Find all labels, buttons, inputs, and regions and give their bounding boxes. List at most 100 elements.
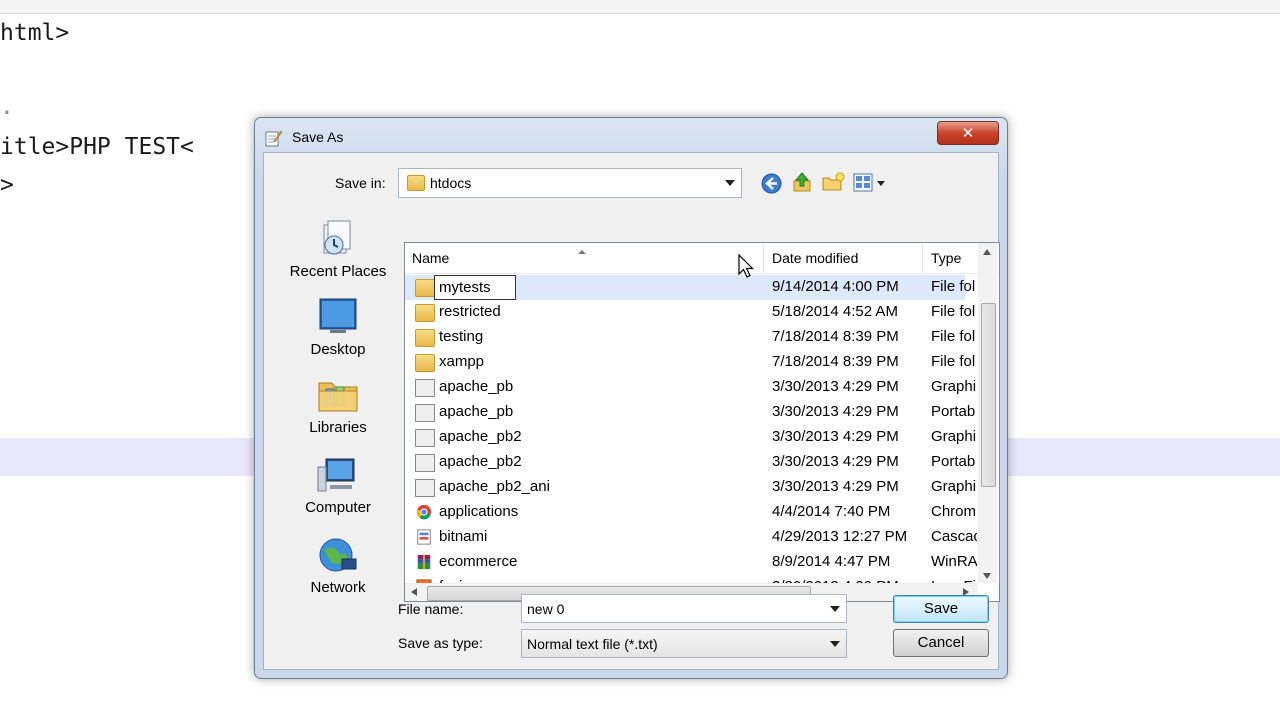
file-date: 4/4/2014 7:40 PM: [772, 503, 891, 520]
place-label: Desktop: [310, 341, 366, 358]
image-file-icon: [415, 479, 435, 497]
file-type: Chrom: [931, 503, 977, 520]
save-in-value: htdocs: [430, 175, 472, 191]
scroll-left-icon[interactable]: [411, 588, 417, 596]
file-row[interactable]: ecommerce 8/9/2014 4:47 PM WinRA: [405, 550, 977, 575]
file-row[interactable]: applications 4/4/2014 7:40 PM Chrom: [405, 500, 976, 525]
file-type: File fol: [931, 303, 976, 320]
file-date: 9/14/2014 4:00 PM: [772, 278, 899, 295]
file-type: Portab: [931, 453, 976, 470]
file-name: restricted: [439, 303, 501, 320]
chevron-down-icon: [725, 180, 735, 186]
file-row[interactable]: restricted 5/18/2014 4:52 AM File fol: [405, 300, 975, 325]
file-list-header: Name Date modified Type: [405, 243, 999, 274]
file-date: 7/18/2014 8:39 PM: [772, 328, 899, 345]
scroll-down-icon[interactable]: [983, 573, 991, 579]
file-row[interactable]: xampp 7/18/2014 8:39 PM File fol: [405, 350, 975, 375]
save-as-type-value: Normal text file (*.txt): [527, 635, 658, 652]
vertical-scrollbar[interactable]: [978, 243, 997, 583]
save-in-label: Save in:: [335, 175, 386, 191]
file-name: testing: [439, 328, 484, 345]
place-network[interactable]: Network: [283, 535, 393, 596]
file-name: bitnami: [439, 528, 488, 545]
code-line-2[interactable]: .: [0, 94, 14, 120]
file-date: 3/30/2013 4:29 PM: [772, 428, 899, 445]
file-row[interactable]: apache_pb 3/30/2013 4:29 PM Portab: [405, 400, 975, 425]
sort-ascending-icon: [578, 250, 586, 254]
file-type: File fol: [931, 278, 976, 295]
image-file-icon: [415, 379, 435, 397]
css-file-icon: [417, 529, 431, 545]
scroll-up-icon[interactable]: [983, 249, 991, 255]
place-computer[interactable]: Computer: [283, 455, 393, 516]
column-header-type[interactable]: Type: [931, 250, 961, 266]
file-type: Graphi: [931, 478, 977, 495]
save-as-type-dropdown[interactable]: Normal text file (*.txt): [521, 629, 847, 658]
computer-icon: [317, 458, 355, 492]
code-line-3[interactable]: itle>PHP TEST<: [0, 134, 194, 160]
file-row[interactable]: apache_pb2_ani 3/30/2013 4:29 PM Graphi: [405, 475, 976, 500]
file-row[interactable]: bitnami 4/29/2013 12:27 PM Cascad: [405, 525, 977, 550]
place-desktop[interactable]: Desktop: [283, 297, 393, 358]
file-name: xampp: [439, 353, 485, 370]
view-menu-icon[interactable]: [852, 173, 888, 193]
editor-toolbar: [0, 0, 1280, 14]
folder-icon: [415, 304, 435, 322]
chevron-down-icon: [830, 640, 840, 647]
vertical-scroll-thumb[interactable]: [981, 303, 996, 487]
file-row[interactable]: testing 7/18/2014 8:39 PM File fol: [405, 325, 975, 350]
network-icon: [319, 538, 357, 572]
file-type: Cascad: [931, 528, 977, 545]
file-name-input[interactable]: new 0: [521, 594, 847, 623]
dialog-client-area: Save in: htdocs Recent Places Desktop Li…: [263, 152, 1000, 670]
desktop-icon: [319, 298, 357, 333]
file-type: File fol: [931, 328, 976, 345]
file-name: ecommerce: [439, 553, 518, 570]
place-label: Network: [310, 579, 366, 596]
place-recent-places[interactable]: Recent Places: [283, 215, 393, 280]
file-type: File fol: [931, 353, 976, 370]
file-date: 7/18/2014 8:39 PM: [772, 353, 899, 370]
save-button[interactable]: Save: [893, 595, 989, 623]
file-date: 8/9/2014 4:47 PM: [772, 553, 891, 570]
folder-icon: [415, 354, 435, 372]
image-file-icon: [415, 454, 435, 472]
up-folder-icon[interactable]: [791, 171, 813, 193]
rename-textbox[interactable]: mytests: [434, 275, 516, 300]
file-row[interactable]: apache_pb 3/30/2013 4:29 PM Graphi: [405, 375, 976, 400]
file-row[interactable]: apache_pb2 3/30/2013 4:29 PM Portab: [405, 450, 975, 475]
place-label: Libraries: [309, 419, 367, 436]
column-header-name[interactable]: Name: [412, 250, 449, 266]
dialog-title: Save As: [292, 129, 344, 145]
chevron-down-icon[interactable]: [830, 605, 840, 612]
new-folder-icon[interactable]: [821, 171, 845, 193]
file-type: Graphi: [931, 378, 977, 395]
folder-icon: [415, 279, 435, 297]
notepad-icon: [265, 130, 282, 147]
winrar-icon: [417, 554, 431, 570]
close-button[interactable]: ✕: [937, 121, 999, 145]
image-file-icon: [415, 404, 435, 422]
file-name: applications: [439, 503, 519, 520]
file-name: apache_pb: [439, 378, 514, 395]
column-header-date-modified[interactable]: Date modified: [772, 250, 858, 266]
place-libraries[interactable]: Libraries: [283, 375, 393, 436]
file-list[interactable]: Name Date modified Type mytests 9/14/201…: [404, 242, 1000, 602]
file-name: apache_pb: [439, 403, 514, 420]
file-date: 3/30/2013 4:29 PM: [772, 478, 899, 495]
file-type: WinRA: [931, 553, 977, 570]
file-date: 3/30/2013 4:29 PM: [772, 378, 899, 395]
chrome-icon: [416, 504, 432, 520]
file-name: apache_pb2: [439, 428, 522, 445]
cancel-button[interactable]: Cancel: [893, 629, 989, 657]
back-icon[interactable]: [761, 173, 782, 194]
place-label: Recent Places: [289, 263, 387, 280]
code-line-1[interactable]: html>: [0, 20, 69, 46]
save-as-type-label: Save as type:: [398, 635, 483, 651]
save-in-dropdown[interactable]: htdocs: [398, 168, 742, 198]
file-date: 4/29/2013 12:27 PM: [772, 528, 908, 545]
code-line-4[interactable]: >: [0, 172, 14, 198]
recent-places-icon: [323, 220, 351, 255]
file-row[interactable]: apache_pb2 3/30/2013 4:29 PM Graphi: [405, 425, 976, 450]
file-row[interactable]: mytests 9/14/2014 4:00 PM File fol: [405, 275, 975, 300]
